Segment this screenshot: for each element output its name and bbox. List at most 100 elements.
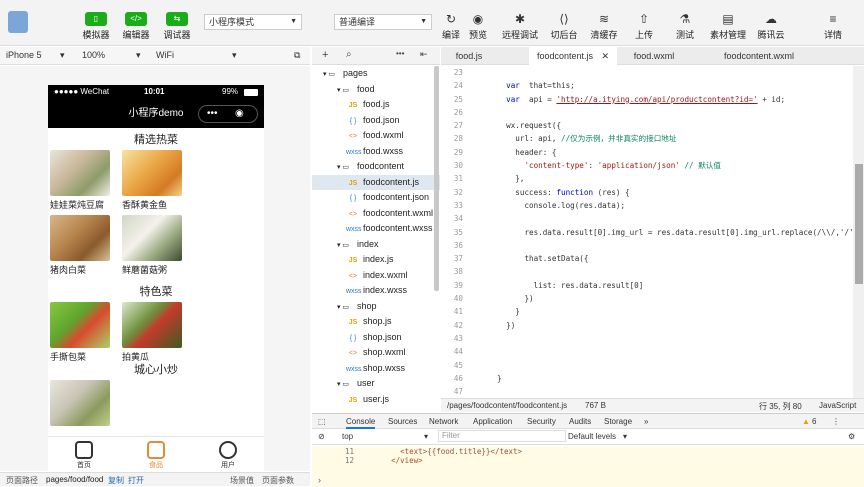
tab-food-js[interactable]: food.js: [441, 47, 497, 65]
food-name: 香酥黄金鱼: [122, 200, 168, 210]
tab-application[interactable]: Application: [473, 417, 512, 426]
food-card[interactable]: 拍黄瓜: [122, 302, 194, 363]
test-label: 测试: [675, 30, 694, 40]
file-tree-scrollbar[interactable]: [434, 66, 439, 291]
tree-folder[interactable]: ▾ ▭ foodcontent: [312, 159, 440, 175]
food-card[interactable]: 手撕包菜: [50, 302, 122, 363]
tree-file[interactable]: JS user.js: [312, 392, 440, 408]
language-mode[interactable]: JavaScript: [819, 401, 856, 410]
details-button[interactable]: ≡ 详情: [821, 12, 845, 41]
food-card[interactable]: 鲜蘑菌菇粥: [122, 215, 194, 276]
context-select[interactable]: top: [342, 432, 353, 441]
close-icon[interactable]: ✕: [602, 51, 610, 61]
tree-folder[interactable]: ▾ ▭ index: [312, 237, 440, 253]
tree-folder[interactable]: ▾ ▭ food: [312, 82, 440, 98]
filter-input[interactable]: Filter: [438, 430, 566, 442]
compile-mode-select[interactable]: 普通编译 ▼: [334, 14, 432, 30]
tree-file[interactable]: <> shop.wxml: [312, 345, 440, 361]
levels-select[interactable]: Default levels: [568, 432, 616, 441]
tree-file[interactable]: wxssshop.wxss: [312, 361, 440, 377]
network-select[interactable]: WiFi: [156, 50, 174, 60]
line-number: 28: [453, 134, 463, 144]
popout-icon[interactable]: ⧉: [294, 50, 300, 61]
food-card[interactable]: [50, 380, 122, 426]
tree-file[interactable]: wxssfoodcontent.wxss: [312, 221, 440, 237]
add-icon[interactable]: +: [322, 49, 328, 61]
food-card[interactable]: 娃娃菜炖豆腐: [50, 150, 122, 211]
open-link[interactable]: 打开: [128, 475, 144, 486]
simulator-button[interactable]: ▯ 模拟器: [82, 12, 110, 41]
tree-file[interactable]: JS index.js: [312, 252, 440, 268]
tab-food-wxml[interactable]: food.wxml: [619, 47, 689, 65]
more-icon[interactable]: •••: [396, 49, 404, 58]
tree-file[interactable]: { } food.json: [312, 113, 440, 129]
material-button[interactable]: ▤ 素材管理: [710, 12, 746, 41]
tree-file[interactable]: JS shop.js: [312, 314, 440, 330]
tab-home[interactable]: 首页: [48, 437, 120, 472]
tab-sources[interactable]: Sources: [388, 417, 417, 426]
compile-label: 编译: [441, 30, 460, 40]
tree-folder[interactable]: ▾ ▭ pages: [312, 66, 440, 82]
clear-cache-button[interactable]: ≋ 清缓存: [590, 12, 618, 41]
params-label[interactable]: 页面参数: [262, 475, 294, 486]
background-button[interactable]: ⟨⟩ 切后台: [550, 12, 578, 41]
scroll-thumb[interactable]: [855, 164, 863, 284]
tab-audits[interactable]: Audits: [569, 417, 591, 426]
js-file-icon: JS: [348, 319, 358, 326]
zoom-select[interactable]: 100%: [82, 50, 105, 60]
section-title: 特色菜: [139, 286, 173, 298]
preview-button[interactable]: ◉ 预览: [467, 12, 489, 41]
tree-file[interactable]: <> index.wxml: [312, 268, 440, 284]
search-icon[interactable]: ⌕: [346, 49, 352, 60]
more-icon[interactable]: ⋮: [832, 417, 840, 426]
tree-file[interactable]: JS food.js: [312, 97, 440, 113]
editor-button[interactable]: </> 编辑器: [122, 12, 150, 41]
tree-file[interactable]: wxssfood.wxss: [312, 144, 440, 160]
tree-file[interactable]: { } shop.json: [312, 330, 440, 346]
tree-folder[interactable]: ▾ ▭ user: [312, 376, 440, 392]
tab-security[interactable]: Security: [527, 417, 556, 426]
code-editor[interactable]: 23 24 var that=this; 25 var api = 'http://…: [441, 66, 853, 398]
copy-link[interactable]: 复制: [108, 475, 124, 486]
scene-label[interactable]: 场景值: [230, 475, 254, 486]
close-circle-icon[interactable]: ◉: [235, 106, 244, 122]
debugger-button[interactable]: ⇆ 调试器: [163, 12, 191, 41]
code-line: 29 header: {: [441, 146, 853, 159]
tab-foodcontent-wxml[interactable]: foodcontent.wxml: [711, 47, 807, 65]
tab-network[interactable]: Network: [429, 417, 458, 426]
gear-icon[interactable]: ⚙: [848, 432, 855, 441]
code-token: wx.request({: [506, 121, 562, 131]
cursor-position[interactable]: 行 35, 列 80: [759, 401, 802, 412]
tab-user[interactable]: 用户: [192, 437, 264, 472]
tree-file[interactable]: { } foodcontent.json: [312, 190, 440, 206]
clear-console-icon[interactable]: ⊘: [318, 432, 325, 441]
cloud-button[interactable]: ☁ 腾讯云: [756, 12, 786, 41]
more-icon[interactable]: •••: [207, 106, 218, 122]
code-line: 43: [441, 332, 853, 345]
mode-select[interactable]: 小程序模式 ▼: [204, 14, 302, 30]
tab-foodcontent-js[interactable]: foodcontent.js ✕: [529, 47, 617, 65]
tree-file[interactable]: <> food.wxml: [312, 128, 440, 144]
device-select[interactable]: iPhone 5: [6, 50, 42, 60]
tab-storage[interactable]: Storage: [604, 417, 632, 426]
compile-button[interactable]: ↻ 编译: [440, 12, 462, 41]
capsule-menu[interactable]: ••• ◉: [198, 105, 258, 123]
food-card[interactable]: 猪肉白菜: [50, 215, 122, 276]
tree-file[interactable]: wxssindex.wxss: [312, 283, 440, 299]
status-bar: ●●●●● WeChat 10:01 99%: [48, 85, 264, 100]
food-card[interactable]: 香酥黄金鱼: [122, 150, 194, 211]
code-scrollbar[interactable]: [853, 66, 864, 398]
collapse-icon[interactable]: ⇤: [420, 49, 428, 60]
remote-debug-button[interactable]: ✱ 远程调试: [500, 12, 540, 41]
tree-folder[interactable]: ▾ ▭ shop: [312, 299, 440, 315]
carrier-text: ●●●●● WeChat: [54, 87, 110, 96]
more-tabs-icon[interactable]: »: [644, 417, 648, 426]
tab-console[interactable]: Console: [346, 417, 376, 429]
inspect-icon[interactable]: ⬚: [318, 417, 326, 426]
tree-file[interactable]: JS foodcontent.js: [312, 174, 440, 190]
test-button[interactable]: ⚗ 测试: [674, 12, 696, 41]
tab-label: foodcontent.js: [536, 51, 593, 61]
tab-food[interactable]: 食品: [120, 437, 192, 472]
tree-file[interactable]: <> foodcontent.wxml: [312, 206, 440, 222]
upload-button[interactable]: ⇧ 上传: [633, 12, 655, 41]
